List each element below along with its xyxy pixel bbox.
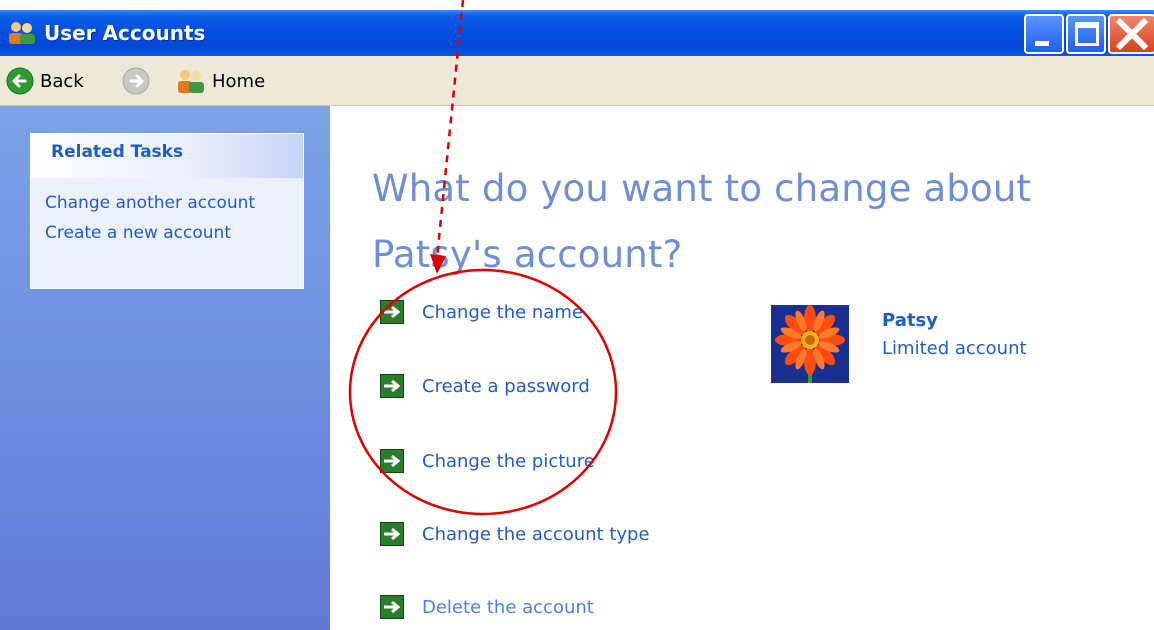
minimize-button[interactable] xyxy=(1024,14,1064,54)
home-label: Home xyxy=(212,70,266,92)
toolbar: Back Home xyxy=(0,56,1154,106)
change-account-type-link[interactable]: Change the account type xyxy=(380,522,650,546)
page-heading-line2: Patsy's account? xyxy=(372,233,683,276)
minimize-icon xyxy=(1035,41,1049,46)
back-arrow-icon xyxy=(6,67,34,95)
title-bar: User Accounts xyxy=(0,10,1154,56)
account-type: Limited account xyxy=(882,338,1027,359)
create-new-account-link[interactable]: Create a new account xyxy=(45,218,303,248)
green-arrow-icon xyxy=(380,449,404,473)
action-label: Delete the account xyxy=(422,596,594,618)
forward-button[interactable] xyxy=(122,64,150,98)
related-tasks-box: Related Tasks Change another account Cre… xyxy=(30,133,304,289)
account-name: Patsy xyxy=(882,310,938,331)
page-heading: What do you want to change about Patsy's… xyxy=(372,156,1132,288)
back-label: Back xyxy=(40,70,84,92)
users-icon xyxy=(8,21,36,45)
create-password-link[interactable]: Create a password xyxy=(380,374,590,398)
action-label: Create a password xyxy=(422,375,590,397)
change-name-link[interactable]: Change the name xyxy=(380,300,583,324)
maximize-button[interactable] xyxy=(1066,14,1106,54)
green-arrow-icon xyxy=(380,374,404,398)
users-home-icon xyxy=(178,70,204,93)
action-label: Change the name xyxy=(422,301,583,323)
change-picture-link[interactable]: Change the picture xyxy=(380,449,595,473)
green-arrow-icon xyxy=(380,522,404,546)
maximize-icon xyxy=(1075,22,1099,46)
task-pane: Related Tasks Change another account Cre… xyxy=(0,106,330,630)
account-picture xyxy=(771,305,849,383)
flower-icon xyxy=(771,305,849,383)
close-icon xyxy=(1115,17,1149,51)
related-tasks-list: Change another account Create a new acco… xyxy=(31,178,303,288)
delete-account-link[interactable]: Delete the account xyxy=(380,595,594,619)
forward-arrow-icon xyxy=(122,67,150,95)
related-tasks-heading: Related Tasks xyxy=(31,134,303,178)
close-button[interactable] xyxy=(1108,14,1154,54)
action-label: Change the account type xyxy=(422,523,650,545)
window-title: User Accounts xyxy=(44,21,206,45)
page-heading-line1: What do you want to change about xyxy=(372,167,1032,210)
change-another-account-link[interactable]: Change another account xyxy=(45,188,303,218)
action-label: Change the picture xyxy=(422,450,595,472)
green-arrow-icon xyxy=(380,595,404,619)
back-button[interactable]: Back xyxy=(6,64,84,98)
green-arrow-icon xyxy=(380,300,404,324)
home-button[interactable]: Home xyxy=(176,64,265,98)
